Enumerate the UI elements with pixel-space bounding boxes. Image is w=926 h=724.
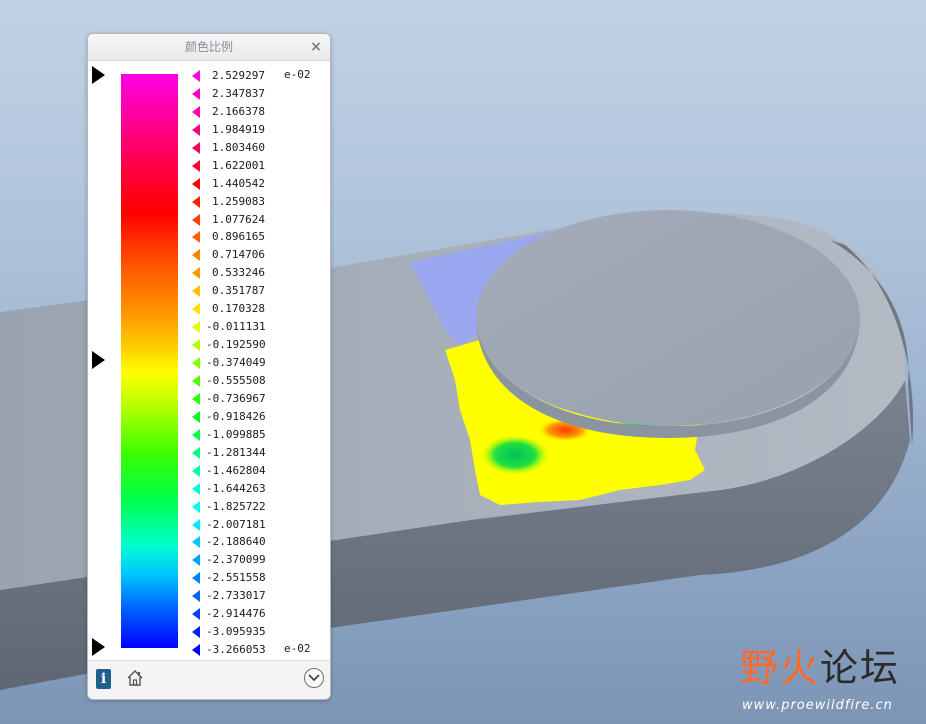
scale-value: -1.644263	[206, 481, 266, 495]
scale-tick-icon[interactable]	[192, 626, 200, 639]
scale-value: -1.462804	[206, 463, 266, 477]
scale-value: 2.529297	[212, 69, 265, 82]
scale-value: 0.714706	[212, 248, 265, 262]
scale-tick-icon[interactable]	[192, 590, 200, 603]
scale-value: -0.918426	[206, 409, 266, 423]
scale-value: 1.440542	[212, 176, 265, 190]
color-scale-dialog[interactable]: 颜色比例 × 2.529297 2.347837 2.166378 1.984919 1…	[87, 33, 331, 700]
watermark-part1: 野火	[740, 646, 821, 690]
scale-tick-icon[interactable]	[192, 267, 200, 280]
scale-tick-icon[interactable]	[192, 518, 200, 531]
scale-value: 1.622001	[212, 158, 265, 172]
scale-tick-icon[interactable]	[192, 321, 200, 334]
scale-tick-icon[interactable]	[192, 195, 200, 208]
stress-green-spot	[481, 435, 549, 475]
scale-tick-icon[interactable]	[192, 410, 200, 423]
dialog-title: 颜色比例	[88, 34, 330, 61]
scale-value: -0.374049	[206, 356, 266, 370]
scale-tick-icon[interactable]	[192, 374, 200, 387]
scale-tick-icon[interactable]	[192, 428, 200, 441]
scale-tick-icon[interactable]	[192, 159, 200, 172]
range-mid-marker[interactable]	[92, 351, 105, 369]
scale-tick-icon[interactable]	[192, 87, 200, 100]
scale-tick-icon[interactable]	[192, 482, 200, 495]
scale-tick-icon[interactable]	[192, 249, 200, 262]
scale-tick-icon[interactable]	[192, 105, 200, 118]
min-exponent-label: e-02	[284, 642, 311, 655]
scale-value: 0.170328	[212, 302, 265, 316]
scale-value: -2.914476	[206, 607, 266, 621]
scale-tick-icon[interactable]	[192, 339, 200, 352]
scale-value: 0.351787	[212, 284, 265, 298]
scale-value: -1.281344	[206, 445, 266, 459]
scale-tick-icon[interactable]	[192, 464, 200, 477]
color-gradient-bar	[121, 74, 178, 648]
scale-value: 1.077624	[212, 212, 265, 226]
scale-tick-icon[interactable]	[192, 285, 200, 298]
scale-value: 0.533246	[212, 266, 265, 280]
watermark-part2: 论坛	[820, 646, 901, 690]
scale-value: -3.266053	[206, 643, 266, 657]
part-boss-top	[476, 210, 860, 426]
scale-tick-icon[interactable]	[192, 303, 200, 316]
scale-value: -2.370099	[206, 553, 266, 567]
max-exponent-label: e-02	[284, 68, 311, 81]
scale-value: 2.347837	[212, 86, 265, 100]
scale-tick-icon[interactable]	[192, 554, 200, 567]
scale-tick-icon[interactable]	[192, 231, 200, 244]
info-icon[interactable]: i	[96, 669, 111, 689]
scale-value: -2.551558	[206, 571, 266, 585]
scale-tick-icon[interactable]	[192, 123, 200, 136]
scale-tick-icon[interactable]	[192, 572, 200, 585]
scale-tick-icon[interactable]	[192, 608, 200, 621]
scale-value: -0.736967	[206, 391, 266, 405]
scale-value: -0.011131	[206, 320, 266, 334]
scale-value: -0.192590	[206, 338, 266, 352]
scale-value: -3.095935	[206, 625, 266, 639]
scale-tick-icon[interactable]	[192, 536, 200, 549]
scale-value: 0.896165	[212, 230, 265, 244]
scale-value: 1.984919	[212, 122, 265, 136]
scale-value: 1.259083	[212, 194, 265, 208]
forum-watermark: 野火论坛 www.proewildfire.cn	[740, 646, 920, 716]
scale-tick-icon[interactable]	[192, 177, 200, 190]
scale-tick-icon[interactable]	[192, 446, 200, 459]
range-max-marker[interactable]	[92, 66, 105, 84]
chevron-down-icon[interactable]	[304, 668, 324, 688]
scale-value: -2.188640	[206, 535, 266, 549]
scale-value: -1.825722	[206, 499, 266, 513]
scale-tick-icon[interactable]	[192, 213, 200, 226]
range-min-marker[interactable]	[92, 638, 105, 656]
dialog-footer: i	[88, 660, 330, 699]
close-button[interactable]: ×	[308, 38, 324, 56]
scale-value: 2.166378	[212, 104, 265, 118]
scale-tick-icon[interactable]	[192, 500, 200, 513]
scale-value: -1.099885	[206, 427, 266, 441]
scale-tick-icon[interactable]	[192, 392, 200, 405]
scale-tick-icon[interactable]	[192, 357, 200, 370]
scale-value: 1.803460	[212, 140, 265, 154]
scale-tick-icon[interactable]	[192, 644, 200, 657]
scale-value: -0.555508	[206, 373, 266, 387]
home-icon[interactable]	[125, 668, 145, 688]
scale-tick-icon[interactable]	[192, 141, 200, 154]
scale-value: -2.733017	[206, 589, 266, 603]
watermark-url: www.proewildfire.cn	[742, 698, 893, 713]
watermark-logo: 野火论坛	[740, 646, 900, 690]
scale-tick-icon[interactable]	[192, 70, 200, 82]
scale-value: -2.007181	[206, 517, 266, 531]
